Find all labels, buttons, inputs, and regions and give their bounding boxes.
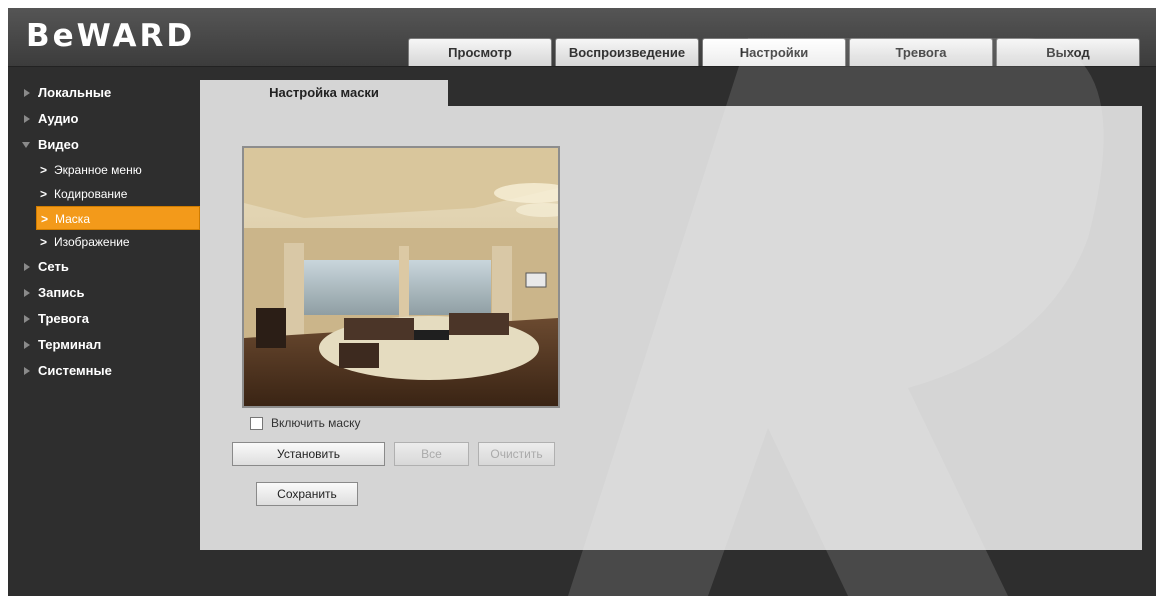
triangle-right-icon xyxy=(24,115,30,123)
triangle-right-icon xyxy=(24,263,30,271)
tab-playback[interactable]: Воспроизведение xyxy=(555,38,699,66)
sidebar-item-label: Видео xyxy=(38,137,79,152)
sidebar-item-video[interactable]: Видео xyxy=(8,132,200,158)
set-button[interactable]: Установить xyxy=(232,442,385,466)
sidebar-subitem-label: Кодирование xyxy=(54,187,128,201)
room-image xyxy=(244,148,558,406)
sidebar-subitem-encoding[interactable]: > Кодирование xyxy=(8,182,200,206)
all-button[interactable]: Все xyxy=(394,442,469,466)
header: BeWARD Просмотр Воспроизведение Настройк… xyxy=(8,8,1156,67)
tab-view[interactable]: Просмотр xyxy=(408,38,552,66)
chevron-right-icon: > xyxy=(40,187,48,201)
save-button[interactable]: Сохранить xyxy=(256,482,358,506)
sidebar-item-network[interactable]: Сеть xyxy=(8,254,200,280)
mask-settings-panel: Включить маску Установить Все Очистить С… xyxy=(200,106,1142,550)
sidebar-item-label: Терминал xyxy=(38,337,102,352)
sidebar-subitem-label: Экранное меню xyxy=(54,163,142,177)
triangle-right-icon xyxy=(24,89,30,97)
chevron-right-icon: > xyxy=(40,235,48,249)
video-preview[interactable] xyxy=(242,146,560,408)
chevron-right-icon: > xyxy=(40,163,48,177)
tab-settings[interactable]: Настройки xyxy=(702,38,846,66)
sidebar-item-label: Системные xyxy=(38,363,112,378)
sidebar-item-label: Сеть xyxy=(38,259,69,274)
sidebar-item-system[interactable]: Системные xyxy=(8,358,200,384)
tab-alarm[interactable]: Тревога xyxy=(849,38,993,66)
sidebar-subitem-mask[interactable]: > Маска xyxy=(36,206,200,230)
sidebar-item-label: Тревога xyxy=(38,311,90,326)
triangle-right-icon xyxy=(24,289,30,297)
sidebar-item-label: Локальные xyxy=(38,85,112,100)
logo: BeWARD xyxy=(26,18,196,54)
sidebar-item-label: Аудио xyxy=(38,111,79,126)
triangle-down-icon xyxy=(22,142,30,148)
sidebar-item-local[interactable]: Локальные xyxy=(8,80,200,106)
tab-logout[interactable]: Выход xyxy=(996,38,1140,66)
top-nav: Просмотр Воспроизведение Настройки Трево… xyxy=(408,38,1140,66)
sidebar-item-label: Запись xyxy=(38,285,85,300)
tab-mask-settings[interactable]: Настройка маски xyxy=(200,80,448,106)
app-window: BeWARD Просмотр Воспроизведение Настройк… xyxy=(8,8,1156,596)
sidebar-subitem-label: Маска xyxy=(55,212,90,226)
sidebar-item-audio[interactable]: Аудио xyxy=(8,106,200,132)
enable-mask-label: Включить маску xyxy=(271,416,361,430)
triangle-right-icon xyxy=(24,315,30,323)
clear-button[interactable]: Очистить xyxy=(478,442,555,466)
main-content: Настройка маски Включить маску Установит… xyxy=(200,80,1142,550)
sidebar-item-alarm[interactable]: Тревога xyxy=(8,306,200,332)
chevron-right-icon: > xyxy=(41,212,49,226)
sidebar-subitem-image[interactable]: > Изображение xyxy=(8,230,200,254)
sidebar-subitem-label: Изображение xyxy=(54,235,130,249)
triangle-right-icon xyxy=(24,367,30,375)
triangle-right-icon xyxy=(24,341,30,349)
sidebar: Локальные Аудио Видео > Экранное меню > … xyxy=(8,80,200,384)
enable-mask-row: Включить маску xyxy=(250,416,360,430)
enable-mask-checkbox[interactable] xyxy=(250,416,263,430)
sidebar-item-record[interactable]: Запись xyxy=(8,280,200,306)
sidebar-item-terminal[interactable]: Терминал xyxy=(8,332,200,358)
sidebar-subitem-osd[interactable]: > Экранное меню xyxy=(8,158,200,182)
